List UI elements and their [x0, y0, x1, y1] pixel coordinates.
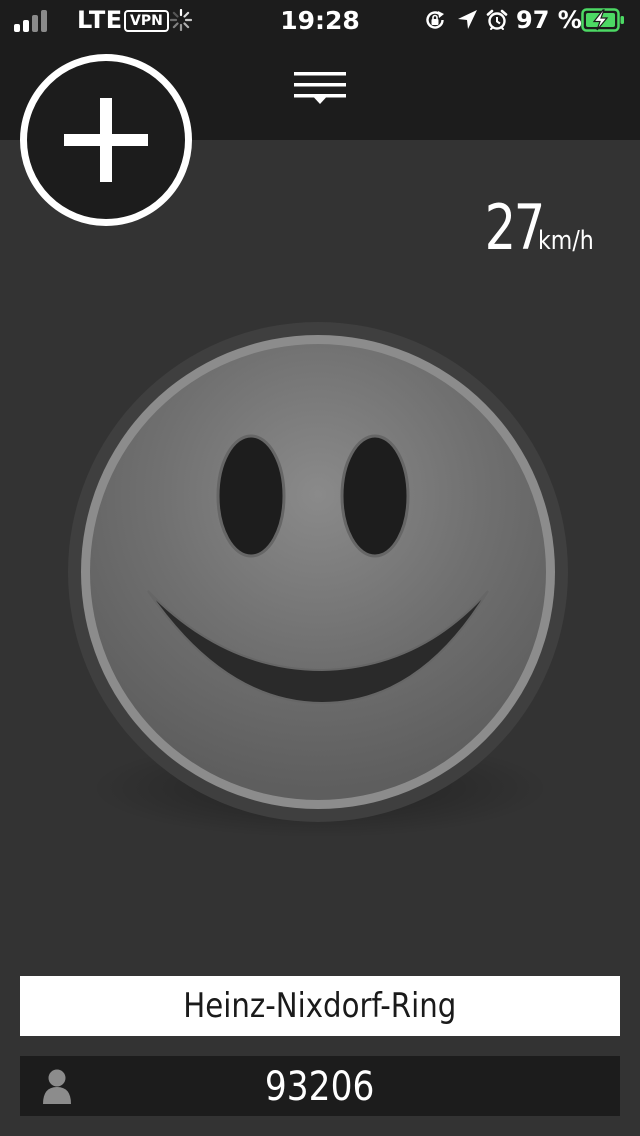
alarm-icon [486, 9, 508, 30]
rotation-lock-icon [426, 11, 444, 29]
speed-unit: km/h [538, 226, 595, 256]
hamburger-menu-icon [294, 72, 346, 104]
location-arrow-icon [458, 10, 477, 29]
rider-count-bar: 93206 [20, 1056, 620, 1116]
user-icon [43, 1069, 71, 1104]
plus-icon [64, 98, 148, 182]
speed-display: 27 km/h [470, 192, 604, 264]
rider-count: 93206 [265, 1064, 375, 1110]
smiley-face-icon [68, 322, 568, 838]
add-button[interactable] [20, 54, 192, 226]
battery-percentage: 97 % [516, 6, 582, 34]
speed-value: 27 [484, 191, 546, 264]
menu-button[interactable] [294, 72, 346, 106]
location-name-bar[interactable]: Heinz-Nixdorf-Ring [20, 976, 620, 1036]
status-bar: LTE VPN 19:28 97 % [0, 0, 640, 40]
location-name: Heinz-Nixdorf-Ring [183, 986, 457, 1026]
battery-charging-icon [581, 8, 624, 32]
app-screen: LTE VPN 19:28 97 % 27 km/h Heinz-Nixdorf… [0, 0, 640, 1136]
